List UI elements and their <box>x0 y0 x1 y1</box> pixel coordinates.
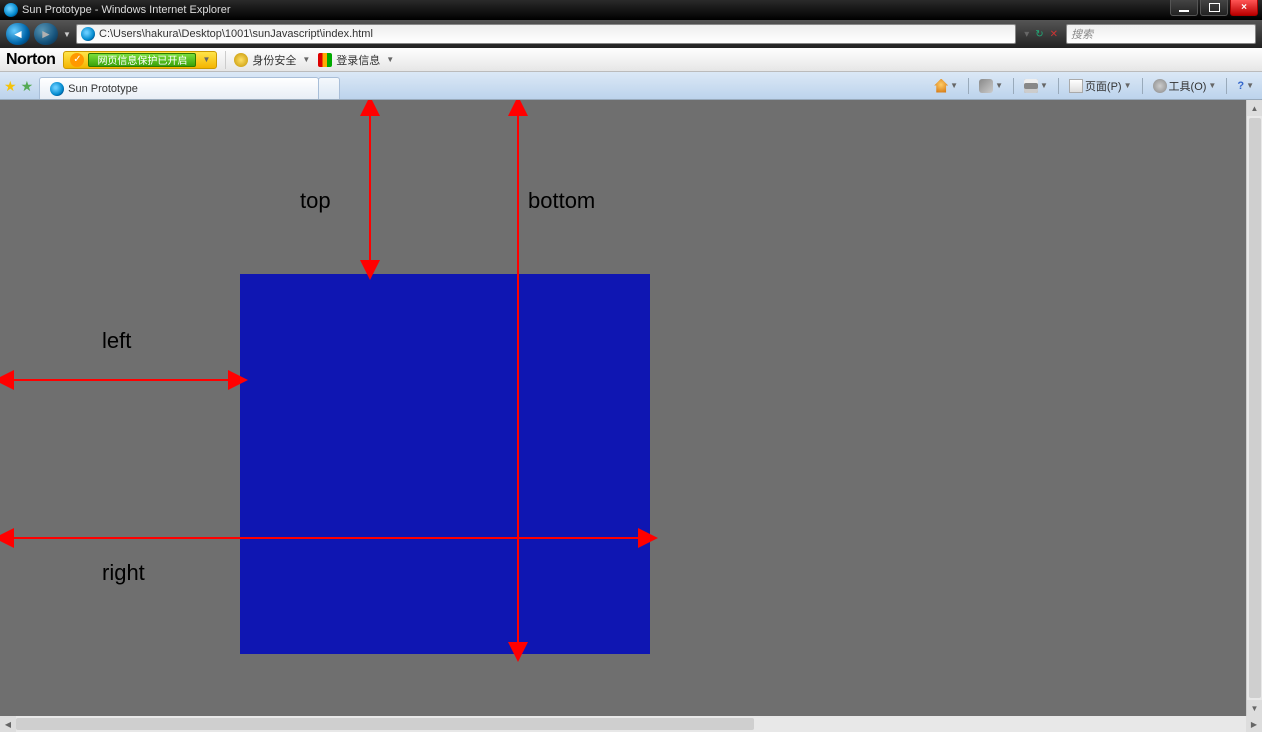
norton-toolbar: Norton ✓ 网页信息保护已开启 ▼ 身份安全 ▼ 登录信息 ▼ <box>0 48 1262 72</box>
separator <box>225 51 226 69</box>
login-info-menu[interactable]: 登录信息 ▼ <box>318 52 394 68</box>
scroll-down-button[interactable]: ▼ <box>1247 700 1262 716</box>
page-menu[interactable]: 页面(P)▼ <box>1065 76 1136 96</box>
window-titlebar: Sun Prototype - Windows Internet Explore… <box>0 0 1262 20</box>
chevron-down-icon: ▼ <box>302 55 310 64</box>
favorites-buttons: ★ ★ <box>4 78 33 95</box>
label-left: left <box>102 328 131 354</box>
address-bar[interactable]: C:\Users\hakura\Desktop\1001\sunJavascri… <box>76 24 1016 44</box>
back-button[interactable]: ◄ <box>6 23 30 45</box>
tools-menu[interactable]: 工具(O)▼ <box>1149 76 1221 96</box>
separator <box>1142 78 1143 94</box>
scroll-thumb[interactable] <box>1249 118 1261 698</box>
scroll-right-button[interactable]: ▶ <box>1246 716 1262 732</box>
lock-icon <box>234 53 248 67</box>
demo-box <box>240 274 650 654</box>
print-button[interactable]: ▼ <box>1020 77 1052 95</box>
refresh-button[interactable]: ↻ <box>1035 29 1043 40</box>
feeds-button[interactable]: ▼ <box>975 77 1007 95</box>
norton-status-text: 网页信息保护已开启 <box>88 53 196 67</box>
separator <box>968 78 969 94</box>
scroll-track[interactable] <box>16 716 1246 732</box>
address-controls: ▾ ↻ ✕ <box>1020 29 1062 40</box>
card-icon <box>318 53 332 67</box>
forward-button[interactable]: ► <box>34 23 58 45</box>
chevron-down-icon: ▼ <box>386 55 394 64</box>
search-placeholder: 搜索 <box>1071 26 1093 42</box>
feed-icon <box>979 79 993 93</box>
vertical-scrollbar[interactable]: ▲ ▼ <box>1246 100 1262 716</box>
favorites-center-icon[interactable]: ★ <box>4 78 17 95</box>
login-info-label: 登录信息 <box>336 52 380 68</box>
tab-strip: ★ ★ Sun Prototype ▼ ▼ ▼ 页面(P)▼ 工具(O)▼ ?▼ <box>0 72 1262 100</box>
gear-icon <box>1153 79 1167 93</box>
check-icon: ✓ <box>70 53 84 67</box>
norton-logo: Norton <box>6 51 55 69</box>
page-viewport: top bottom left right ▲ ▼ <box>0 100 1262 716</box>
separator <box>1013 78 1014 94</box>
help-button[interactable]: ?▼ <box>1233 78 1258 94</box>
identity-safe-label: 身份安全 <box>252 52 296 68</box>
tools-menu-label: 工具(O) <box>1169 78 1207 94</box>
chevron-down-icon: ▼ <box>202 55 210 64</box>
ie-icon <box>4 3 18 17</box>
maximize-button[interactable] <box>1200 0 1228 16</box>
minimize-button[interactable] <box>1170 0 1198 16</box>
window-buttons: × <box>1168 0 1258 16</box>
stop-button[interactable]: ✕ <box>1050 29 1058 40</box>
page-icon <box>1069 79 1083 93</box>
label-right: right <box>102 560 145 586</box>
separator <box>1226 78 1227 94</box>
window-title: Sun Prototype - Windows Internet Explore… <box>22 4 230 16</box>
scroll-thumb[interactable] <box>16 718 754 730</box>
print-icon <box>1024 79 1038 93</box>
add-favorite-icon[interactable]: ★ <box>21 78 34 95</box>
nav-bar: ◄ ► ▼ C:\Users\hakura\Desktop\1001\sunJa… <box>0 20 1262 48</box>
tab-title: Sun Prototype <box>68 83 138 95</box>
scroll-up-button[interactable]: ▲ <box>1247 100 1262 116</box>
nav-history-dropdown[interactable]: ▼ <box>62 23 72 45</box>
separator <box>1058 78 1059 94</box>
page-menu-label: 页面(P) <box>1085 78 1122 94</box>
identity-safe-menu[interactable]: 身份安全 ▼ <box>234 52 310 68</box>
home-icon <box>934 79 948 93</box>
command-bar: ▼ ▼ ▼ 页面(P)▼ 工具(O)▼ ?▼ <box>930 72 1258 99</box>
address-text: C:\Users\hakura\Desktop\1001\sunJavascri… <box>99 28 1011 40</box>
horizontal-scrollbar[interactable]: ◀ ▶ <box>0 716 1262 732</box>
label-bottom: bottom <box>528 188 595 214</box>
label-top: top <box>300 188 331 214</box>
page-type-icon <box>81 27 95 41</box>
new-tab-button[interactable] <box>318 77 340 99</box>
page-icon <box>50 82 64 96</box>
home-button[interactable]: ▼ <box>930 77 962 95</box>
scroll-left-button[interactable]: ◀ <box>0 716 16 732</box>
norton-safe-badge[interactable]: ✓ 网页信息保护已开启 ▼ <box>63 51 217 69</box>
close-button[interactable]: × <box>1230 0 1258 16</box>
tab-active[interactable]: Sun Prototype <box>39 77 319 99</box>
address-dropdown[interactable]: ▾ <box>1024 29 1029 40</box>
search-box[interactable]: 搜索 <box>1066 24 1256 44</box>
